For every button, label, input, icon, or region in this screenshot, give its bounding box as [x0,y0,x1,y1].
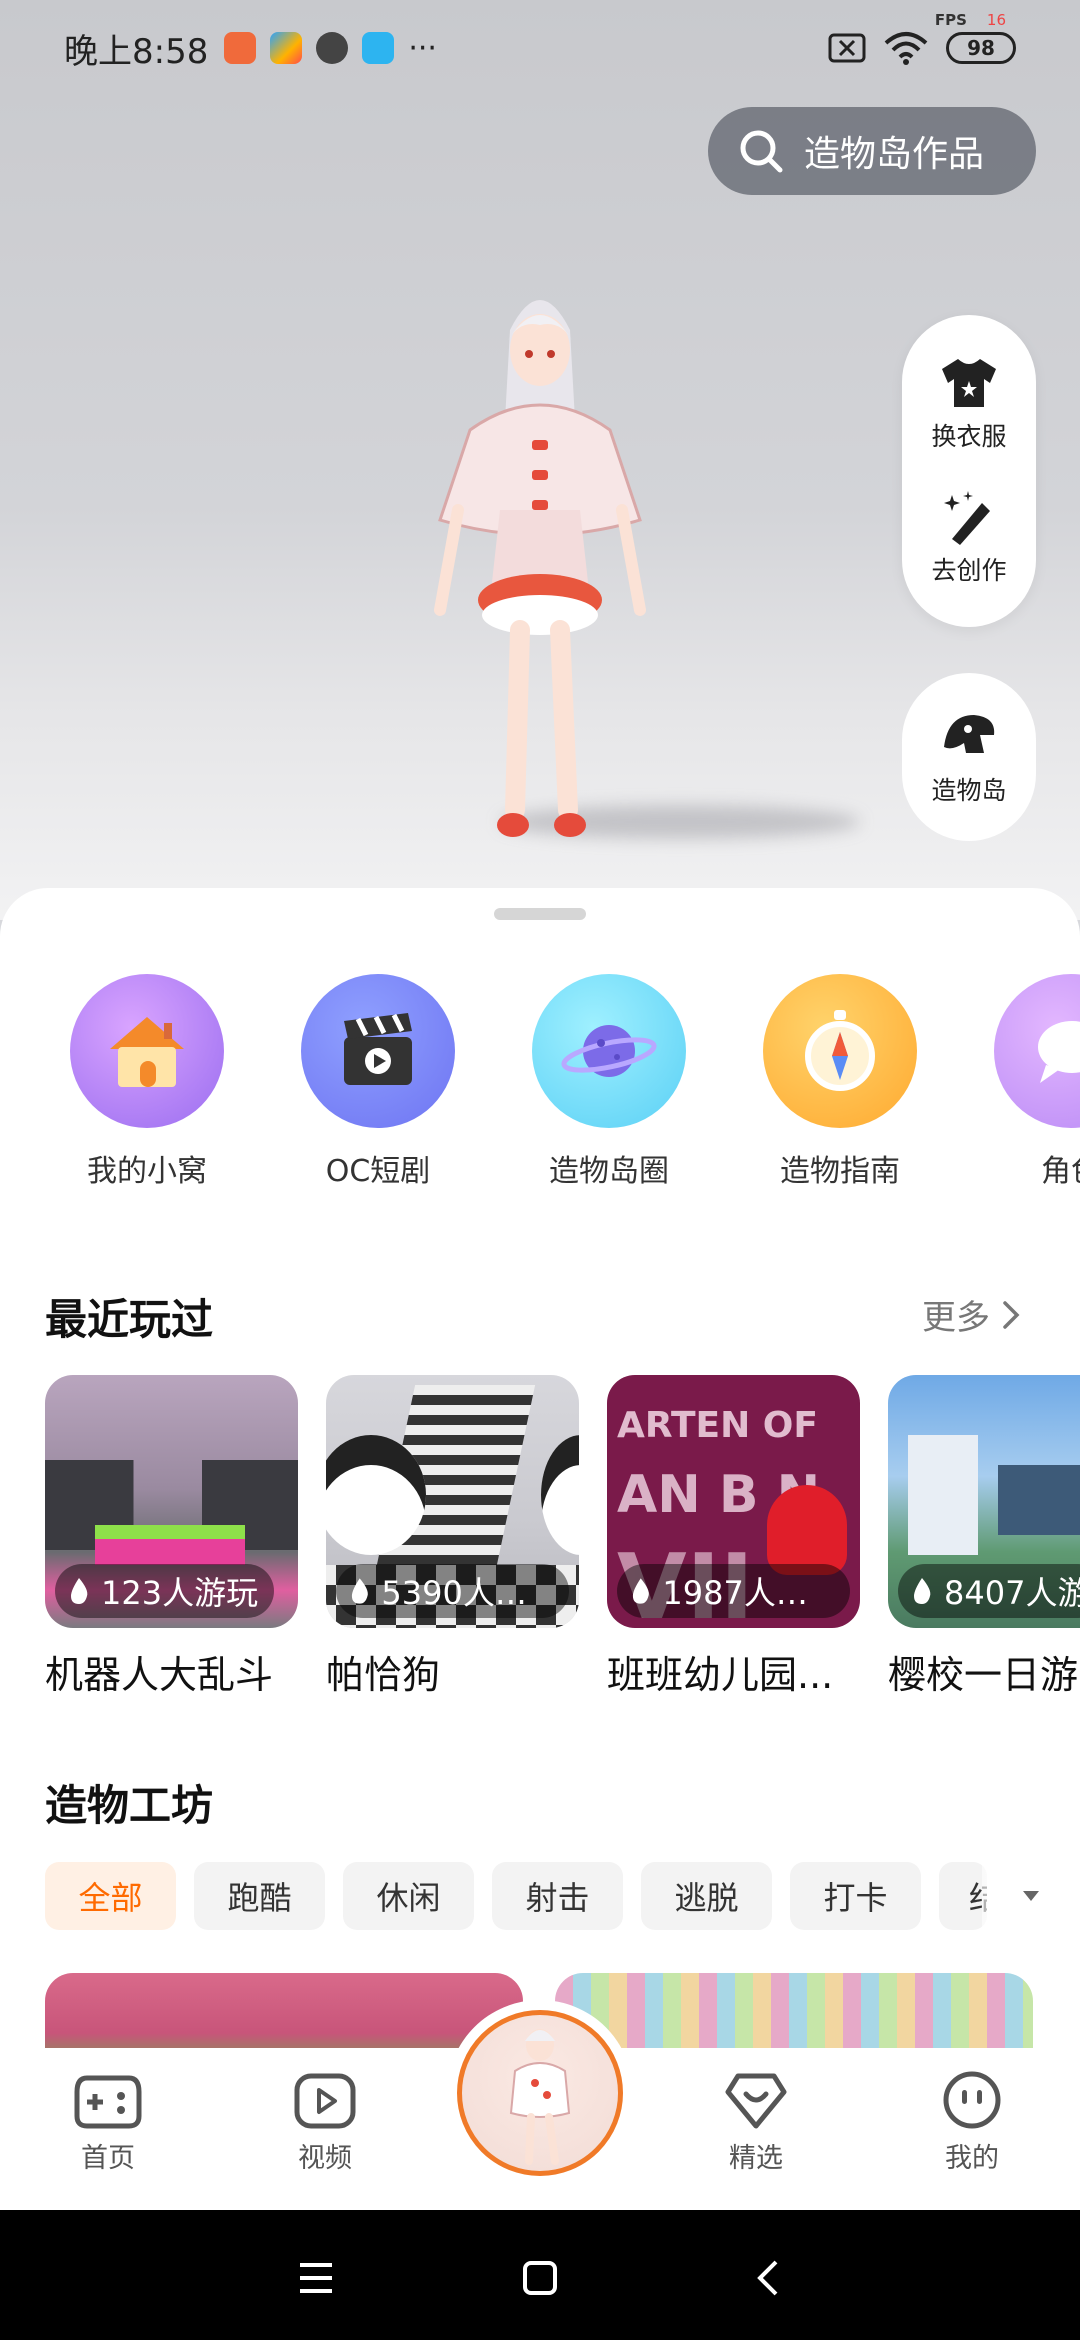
chip-escape[interactable]: 逃脱 [641,1862,772,1930]
chip-parkour[interactable]: 跑酷 [194,1862,325,1930]
game-thumbnail: 123人游玩 [45,1375,298,1628]
heart-diamond-icon [725,2073,787,2129]
recent-game-card[interactable]: 123人游玩 机器人大乱斗 [45,1375,298,1699]
status-app-icons: ··· [224,31,437,66]
recent-section-title: 最近玩过 [45,1295,214,1344]
chip-more-category[interactable]: 结 [939,1862,987,1930]
recent-game-card[interactable]: 5390人游... 帕恰狗 [326,1375,579,1699]
dress-up-label: 换衣服 [931,422,1007,451]
shortcut-character[interactable]: 角色 [994,974,1080,1190]
create-label: 去创作 [931,556,1007,585]
home-square-icon[interactable] [512,2250,568,2306]
game-thumbnail: ARTEN OF AN B N VII 1987人游... [607,1375,860,1628]
game-title: 班班幼儿园... [607,1653,834,1697]
chat-bubble-icon [994,974,1080,1128]
face-icon [943,2071,1001,2129]
side-action-panel: 换衣服 去创作 [902,315,1036,627]
recent-more-link[interactable]: 更多 [922,1290,1020,1339]
compass-icon [763,974,917,1128]
chip-shooting[interactable]: 射击 [492,1862,623,1930]
recent-games-row: 123人游玩 机器人大乱斗 5390人游... 帕恰狗 ARTEN OF AN … [45,1375,1080,1699]
flame-icon [914,1578,931,1604]
category-chips: 全部 跑酷 休闲 射击 逃脱 打卡 结 [45,1862,987,1930]
battery-indicator: 98 [946,32,1016,64]
avatar [457,2010,623,2176]
fps-readout: FPS 16 [934,11,1006,29]
flame-icon [632,1578,649,1604]
workshop-card[interactable] [555,1973,1033,2048]
planet-icon [532,974,686,1128]
dress-up-button[interactable]: 换衣服 [931,355,1007,453]
app-notification-icon [362,32,395,64]
game-title: 帕恰狗 [326,1653,441,1697]
chevron-right-icon [1003,1300,1020,1329]
game-thumbnail: 5390人游... [326,1375,579,1628]
workshop-section-title: 造物工坊 [45,1781,214,1830]
chevron-down-icon [1023,1891,1039,1901]
sim-off-icon [828,33,866,63]
chip-checkin[interactable]: 打卡 [790,1862,921,1930]
create-button[interactable]: 去创作 [931,489,1007,587]
gamepad-icon [74,2075,142,2129]
app-notification-icon [224,32,257,64]
status-bar: 晚上8:58 ··· FPS 16 98 [0,0,1080,96]
island-icon [944,715,995,753]
recent-game-card[interactable]: 8407人游 樱校一日游 [888,1375,1080,1699]
more-notifications-icon: ··· [408,30,437,66]
workshop-card[interactable] [45,1973,523,2048]
players-count-badge: 5390人游... [336,1564,569,1618]
shortcut-oc-drama[interactable]: OC短剧 [301,974,455,1190]
menu-icon[interactable] [288,2250,344,2306]
house-icon [70,974,224,1128]
players-count-badge: 8407人游 [898,1564,1080,1618]
video-play-icon [294,2073,356,2129]
shortcut-guide[interactable]: 造物指南 [763,974,917,1190]
players-count-badge: 123人游玩 [55,1564,275,1618]
search-button[interactable]: 造物岛作品 [708,107,1036,195]
game-title: 樱校一日游 [888,1653,1079,1697]
shortcut-my-home[interactable]: 我的小窝 [70,974,224,1190]
avatar-character[interactable] [410,270,670,850]
bottom-sheet: 我的小窝 OC短剧 造物岛圈 造物指南 角色 最近玩过 [0,888,1080,2048]
back-icon[interactable] [740,2250,796,2306]
expand-categories-button[interactable] [982,1862,1080,1930]
players-count-badge: 1987人游... [617,1564,850,1618]
cloud-icon [316,32,349,64]
tab-avatar-center[interactable] [447,2000,633,2186]
flame-icon [351,1578,368,1604]
status-time: 晚上8:58 [64,31,209,72]
recent-game-card[interactable]: ARTEN OF AN B N VII 1987人游... 班班幼儿园... [607,1375,860,1699]
tab-video[interactable]: 视频 [255,2070,395,2175]
tab-featured[interactable]: 精选 [686,2070,826,2175]
tab-mine[interactable]: 我的 [902,2070,1042,2175]
chip-casual[interactable]: 休闲 [343,1862,474,1930]
app-notification-icon [270,32,303,64]
flame-icon [71,1578,88,1604]
status-right: FPS 16 98 [828,11,1016,65]
clapperboard-icon [301,974,455,1128]
shortcut-row: 我的小窝 OC短剧 造物岛圈 造物指南 角色 [70,974,1080,1190]
wifi-icon [884,32,928,65]
chip-all[interactable]: 全部 [45,1862,176,1930]
search-placeholder: 造物岛作品 [804,134,985,175]
tab-home[interactable]: 首页 [38,2070,178,2175]
system-navigation-bar [0,2210,1080,2340]
sheet-drag-handle[interactable] [494,908,586,920]
island-label: 造物岛 [931,776,1007,805]
island-button[interactable]: 造物岛 [902,673,1036,841]
game-thumbnail: 8407人游 [888,1375,1080,1628]
game-title: 机器人大乱斗 [45,1653,274,1697]
tshirt-icon [941,359,996,407]
bottom-tab-bar: 首页 视频 精选 我的 [0,2000,1080,2210]
shortcut-island-circle[interactable]: 造物岛圈 [532,974,686,1190]
magic-wand-icon [943,491,990,545]
search-icon [740,130,783,173]
